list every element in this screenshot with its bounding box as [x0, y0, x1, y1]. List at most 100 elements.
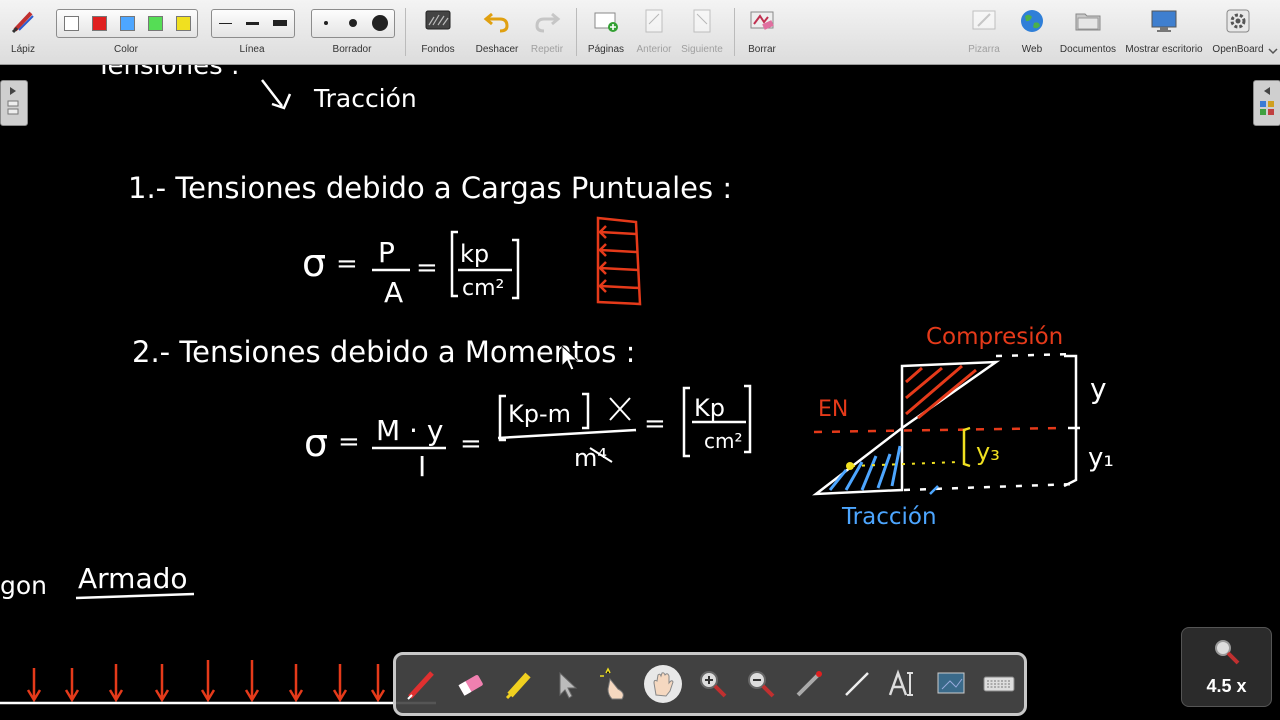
compression-label: Compresión	[926, 324, 1063, 350]
line-thick[interactable]	[266, 10, 294, 37]
pen-tool[interactable]: Lápiz	[4, 0, 42, 64]
line-tool-icon[interactable]	[840, 667, 874, 701]
line-thin[interactable]	[212, 10, 239, 37]
undo-button[interactable]: Deshacer	[474, 0, 520, 64]
line-label: Línea	[239, 44, 265, 55]
text-tool-icon[interactable]	[886, 667, 920, 701]
top-partial-heading: Tensiones :	[95, 65, 240, 81]
color-swatch-yellow[interactable]	[169, 10, 197, 37]
dimension-bracket	[1063, 354, 1078, 488]
pen-label: Lápiz	[11, 44, 35, 55]
magnifier-icon	[1215, 640, 1240, 665]
desktop-label: Mostrar escritorio	[1125, 44, 1203, 55]
zoom-in-icon[interactable]	[696, 667, 730, 701]
openboard-menu-button[interactable]: OpenBoard	[1210, 0, 1266, 64]
previous-page-button[interactable]: Anterior	[634, 0, 674, 64]
web-button[interactable]: Web	[1014, 0, 1050, 64]
bracket-right	[582, 392, 590, 430]
y1-label: y₁	[1088, 443, 1114, 473]
capture-icon[interactable]	[934, 667, 968, 701]
toolbar-divider	[405, 8, 406, 56]
add-page-icon	[594, 12, 618, 32]
moment-times-y: M · y	[376, 414, 443, 447]
stylus-palette	[393, 652, 1027, 716]
y3-label: y₃	[976, 438, 1000, 466]
selector-arrow-icon[interactable]	[550, 667, 584, 701]
next-page-button[interactable]: Siguiente	[680, 0, 724, 64]
pen-icon	[11, 11, 34, 34]
line-medium[interactable]	[239, 10, 266, 37]
traction-label: Tracción	[841, 504, 937, 530]
redo-button[interactable]: Repetir	[526, 0, 568, 64]
pages-label: Páginas	[587, 44, 625, 55]
whiteboard-canvas[interactable]: Tensiones : Tracción 1.- Tensiones debid…	[0, 65, 1280, 720]
backgrounds-button[interactable]: Fondos	[416, 0, 460, 64]
laser-pointer-icon[interactable]	[792, 667, 826, 701]
backgrounds-icon	[425, 10, 451, 30]
toolbar-divider	[576, 8, 577, 56]
globe-icon	[1021, 10, 1043, 32]
unit-cm2: cm²	[462, 276, 504, 301]
inertia-symbol: I	[418, 450, 426, 483]
fraction-bar	[497, 428, 637, 440]
force-symbol: P	[378, 236, 395, 269]
compression-hatch	[905, 364, 977, 420]
board-icon	[972, 10, 996, 30]
color-swatch-green[interactable]	[141, 10, 169, 37]
formula-moments: σ = M · y I = Kp-m m⁴ = Kp cm²	[304, 384, 752, 483]
keyboard-icon[interactable]	[982, 667, 1016, 701]
eraser-large[interactable]	[366, 10, 394, 37]
zoom-level: 4.5 x	[1206, 676, 1247, 696]
pen-icon[interactable]	[404, 667, 438, 701]
sigma-symbol: σ	[304, 421, 328, 465]
tension-hatch	[828, 445, 902, 491]
main-toolbar: Lápiz Color Línea Borrador Fondos Deshac…	[0, 0, 1280, 65]
pages-button[interactable]: Páginas	[584, 0, 628, 64]
uniform-stress-sketch	[596, 216, 642, 306]
board-mode-button[interactable]: Pizarra	[964, 0, 1004, 64]
bracket-left	[498, 394, 506, 442]
documents-button[interactable]: Documentos	[1058, 0, 1118, 64]
unit-kp: kp	[460, 240, 489, 268]
web-label: Web	[1021, 44, 1043, 55]
folder-icon	[1075, 13, 1101, 31]
bottom-dash-line	[903, 482, 1077, 492]
hand-tool-active[interactable]	[644, 665, 682, 703]
color-swatch-white[interactable]	[57, 10, 85, 37]
equals-sign: =	[416, 253, 438, 283]
traction-top-text: Tracción	[313, 84, 417, 113]
neutral-axis-line	[813, 426, 1065, 434]
unit-cm2: cm²	[704, 429, 743, 453]
zoom-indicator[interactable]: 4.5 x	[1181, 627, 1272, 707]
color-picker	[56, 9, 198, 38]
heading-moments: 2.- Tensiones debido a Momentos :	[132, 335, 635, 369]
color-swatch-blue[interactable]	[113, 10, 141, 37]
bracket-left	[682, 386, 690, 458]
bracket-right	[512, 238, 520, 300]
grab-hand-icon	[653, 672, 674, 697]
openboard-label: OpenBoard	[1212, 44, 1264, 55]
unit-kp-m: Kp-m	[508, 400, 571, 428]
unit-kp: Kp	[694, 394, 725, 422]
monitor-icon	[1151, 10, 1177, 32]
toolbar-divider	[734, 8, 735, 56]
highlighter-icon[interactable]	[502, 667, 536, 701]
redo-icon	[535, 12, 561, 33]
clear-page-button[interactable]: Borrar	[742, 0, 782, 64]
show-desktop-button[interactable]: Mostrar escritorio	[1122, 0, 1206, 64]
eraser-size-picker	[311, 9, 395, 38]
undo-icon	[483, 12, 509, 33]
eraser-small[interactable]	[312, 10, 339, 37]
arrow-stroke	[261, 79, 283, 107]
formula-point-loads: σ = P A = kp cm²	[302, 230, 520, 309]
bracket-right	[744, 384, 752, 454]
color-swatch-red[interactable]	[85, 10, 113, 37]
gear-icon	[1226, 9, 1250, 33]
eraser-icon[interactable]	[454, 667, 488, 701]
eraser-medium[interactable]	[339, 10, 366, 37]
line-width-picker	[211, 9, 295, 38]
y-label: y	[1090, 372, 1107, 405]
interact-hand-icon[interactable]	[598, 667, 632, 701]
expand-icon[interactable]	[1268, 46, 1278, 56]
zoom-out-icon[interactable]	[744, 667, 778, 701]
